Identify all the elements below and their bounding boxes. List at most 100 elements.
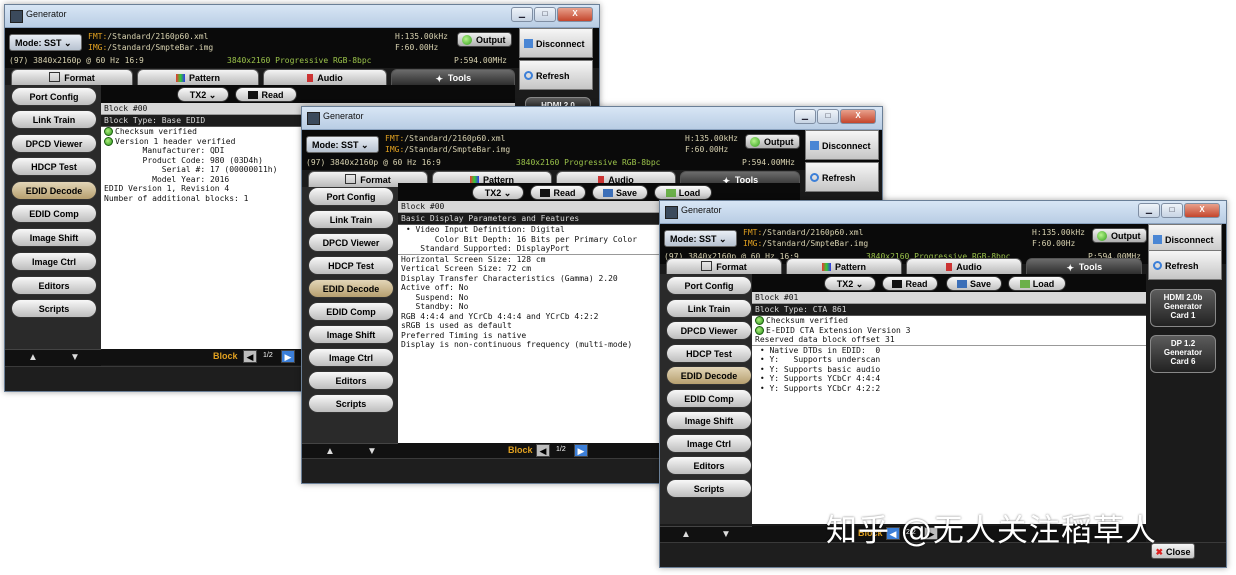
tab-audio[interactable]: Audio xyxy=(906,258,1022,274)
content-line: • Y: Supports basic audio xyxy=(755,364,881,374)
mode-dropdown[interactable]: Mode: SST ⌄ xyxy=(9,34,82,51)
sidebar-item-port-config[interactable]: Port Config xyxy=(666,276,752,295)
card-button-dp[interactable]: DP 1.2 Generator Card 6 xyxy=(1150,335,1216,373)
sidebar-item-port-config[interactable]: Port Config xyxy=(308,187,394,206)
tx-dropdown[interactable]: TX2 ⌄ xyxy=(824,276,876,291)
scroll-down-icon[interactable]: ▼ xyxy=(708,528,744,541)
content-line: • Y: Supports YCbCr 4:4:4 xyxy=(755,374,881,383)
next-block-button[interactable]: ▶ xyxy=(281,350,295,363)
sidebar-item-port-config[interactable]: Port Config xyxy=(11,87,97,106)
refresh-button[interactable]: Refresh xyxy=(805,162,879,192)
read-icon xyxy=(540,189,551,197)
load-button[interactable]: Load xyxy=(654,185,712,200)
tab-pattern[interactable]: Pattern xyxy=(137,69,259,85)
tx-dropdown[interactable]: TX2 ⌄ xyxy=(177,87,229,102)
close-button[interactable]: ✖ Close xyxy=(1151,543,1195,559)
scroll-down-icon[interactable]: ▼ xyxy=(354,445,390,458)
prev-block-button[interactable]: ◀ xyxy=(536,444,550,457)
disconnect-button[interactable]: Disconnect xyxy=(519,28,593,58)
card-line: Generator xyxy=(1163,302,1203,311)
block-page: 1/2 xyxy=(556,446,566,453)
scroll-up-icon[interactable]: ▲ xyxy=(312,445,348,458)
tx-dropdown[interactable]: TX2 ⌄ xyxy=(472,185,524,200)
minimize-button[interactable]: ▁ xyxy=(511,7,533,22)
next-block-button[interactable]: ▶ xyxy=(574,444,588,457)
title-bar[interactable]: Generator ▁ □ X xyxy=(5,5,599,28)
sidebar-item-scripts[interactable]: Scripts xyxy=(308,394,394,413)
sidebar-item-image-shift[interactable]: Image Shift xyxy=(308,325,394,344)
card-button-hdmi[interactable]: HDMI 2.0b Generator Card 1 xyxy=(1150,289,1216,327)
tab-format[interactable]: Format xyxy=(11,69,133,85)
sidebar-item-hdcp-test[interactable]: HDCP Test xyxy=(308,256,394,275)
sidebar-item-scripts[interactable]: Scripts xyxy=(666,479,752,498)
timing-info: 3840x2160 Progressive RGB-8bpc xyxy=(516,158,661,167)
mode-dropdown[interactable]: Mode: SST ⌄ xyxy=(664,230,737,247)
refresh-button[interactable]: Refresh xyxy=(1148,250,1222,280)
sidebar-item-image-ctrl[interactable]: Image Ctrl xyxy=(666,434,752,453)
read-button[interactable]: Read xyxy=(235,87,297,102)
sidebar-item-dpcd-viewer[interactable]: DPCD Viewer xyxy=(308,233,394,252)
sidebar-item-editors[interactable]: Editors xyxy=(308,371,394,390)
sidebar-item-edid-decode[interactable]: EDID Decode xyxy=(11,181,97,200)
check-icon xyxy=(755,325,764,335)
disconnect-button[interactable]: Disconnect xyxy=(805,130,879,160)
sidebar-item-edid-comp[interactable]: EDID Comp xyxy=(666,389,752,408)
sidebar-item-link-train[interactable]: Link Train xyxy=(11,110,97,129)
close-window-button[interactable]: X xyxy=(557,7,593,22)
card-line: Card 1 xyxy=(1170,311,1196,320)
sidebar-item-edid-decode[interactable]: EDID Decode xyxy=(308,279,394,298)
monitor-icon xyxy=(701,261,713,271)
app-icon xyxy=(307,112,320,125)
sidebar-item-link-train[interactable]: Link Train xyxy=(666,299,752,318)
sidebar-item-image-ctrl[interactable]: Image Ctrl xyxy=(308,348,394,367)
sidebar-item-dpcd-viewer[interactable]: DPCD Viewer xyxy=(11,134,97,153)
minimize-button[interactable]: ▁ xyxy=(1138,203,1160,218)
save-button[interactable]: Save xyxy=(592,185,648,200)
sidebar-item-edid-comp[interactable]: EDID Comp xyxy=(11,204,97,223)
output-button[interactable]: Output xyxy=(745,134,800,149)
sidebar-item-hdcp-test[interactable]: HDCP Test xyxy=(11,157,97,176)
monitor-icon xyxy=(49,72,61,82)
monitor-icon xyxy=(345,174,357,184)
output-led-icon xyxy=(750,137,760,147)
sidebar-item-scripts[interactable]: Scripts xyxy=(11,299,97,318)
watermark: 知乎 @无人关注稻草人 xyxy=(826,513,1157,549)
sidebar-item-editors[interactable]: Editors xyxy=(666,456,752,475)
close-window-button[interactable]: X xyxy=(1184,203,1220,218)
tab-audio[interactable]: Audio xyxy=(263,69,387,85)
scroll-up-icon[interactable]: ▲ xyxy=(668,528,704,541)
tab-format[interactable]: Format xyxy=(666,258,782,274)
refresh-icon xyxy=(524,71,533,80)
maximize-button[interactable]: □ xyxy=(817,109,839,124)
sidebar-item-edid-decode[interactable]: EDID Decode xyxy=(666,366,752,385)
sidebar-item-image-ctrl[interactable]: Image Ctrl xyxy=(11,252,97,271)
minimize-button[interactable]: ▁ xyxy=(794,109,816,124)
sidebar-item-editors[interactable]: Editors xyxy=(11,276,97,295)
title-bar[interactable]: Generator ▁ □ X xyxy=(302,107,882,130)
prev-block-button[interactable]: ◀ xyxy=(243,350,257,363)
sidebar-item-edid-comp[interactable]: EDID Comp xyxy=(308,302,394,321)
read-button[interactable]: Read xyxy=(530,185,586,200)
output-button[interactable]: Output xyxy=(457,32,512,47)
sidebar-item-link-train[interactable]: Link Train xyxy=(308,210,394,229)
sidebar: Port Config Link Train DPCD Viewer HDCP … xyxy=(302,187,398,443)
maximize-button[interactable]: □ xyxy=(534,7,556,22)
sidebar-item-hdcp-test[interactable]: HDCP Test xyxy=(666,344,752,363)
title-bar[interactable]: Generator ▁ □ X xyxy=(660,201,1226,224)
read-button[interactable]: Read xyxy=(882,276,938,291)
refresh-button[interactable]: Refresh xyxy=(519,60,593,90)
sidebar-item-dpcd-viewer[interactable]: DPCD Viewer xyxy=(666,321,752,340)
tab-tools[interactable]: ✦ Tools xyxy=(1026,258,1142,274)
tab-tools[interactable]: ✦ Tools xyxy=(391,69,515,85)
mode-dropdown[interactable]: Mode: SST ⌄ xyxy=(306,136,379,153)
close-window-button[interactable]: X xyxy=(840,109,876,124)
load-button[interactable]: Load xyxy=(1008,276,1066,291)
maximize-button[interactable]: □ xyxy=(1161,203,1183,218)
scroll-up-icon[interactable]: ▲ xyxy=(15,351,51,364)
sidebar-item-image-shift[interactable]: Image Shift xyxy=(11,228,97,247)
output-button[interactable]: Output xyxy=(1092,228,1147,243)
save-button[interactable]: Save xyxy=(946,276,1002,291)
sidebar-item-image-shift[interactable]: Image Shift xyxy=(666,411,752,430)
tab-pattern[interactable]: Pattern xyxy=(786,258,902,274)
scroll-down-icon[interactable]: ▼ xyxy=(57,351,93,364)
